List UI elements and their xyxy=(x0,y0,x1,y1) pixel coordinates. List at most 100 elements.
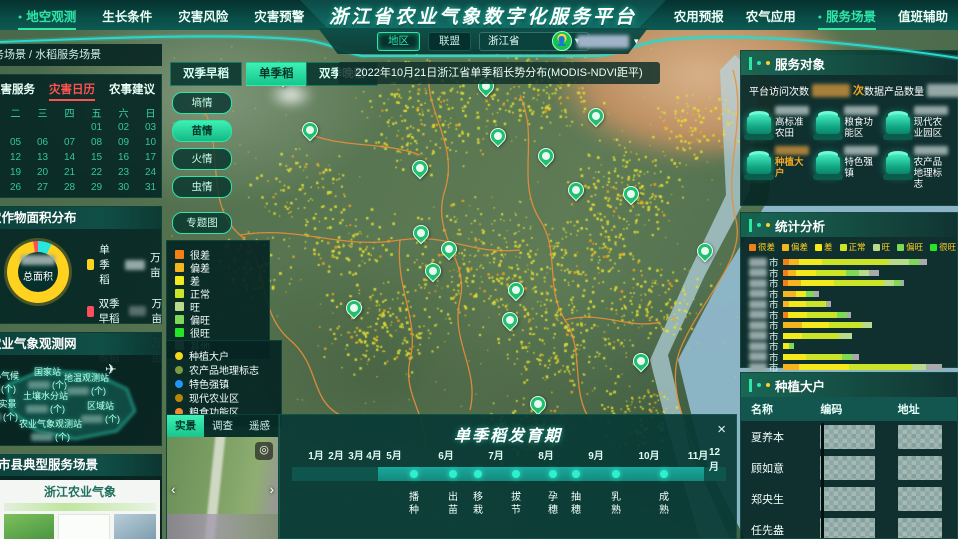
crop-tab-单季稻[interactable]: 单季稻 xyxy=(246,62,307,86)
table-row[interactable]: 任先盎 xyxy=(741,514,957,539)
crop-area-title: 农作物面积分布 xyxy=(0,207,161,229)
table-row[interactable]: 夏养本 xyxy=(741,421,957,452)
bar-segment xyxy=(788,312,808,318)
calendar-tab-灾害日历[interactable]: 灾害日历 xyxy=(49,81,95,101)
side-button-墒情[interactable]: 墒情 xyxy=(172,92,232,114)
side-button-专题图[interactable]: 专题图 xyxy=(172,212,232,234)
photo-tab-遥感[interactable]: 遥感 xyxy=(241,415,278,437)
calendar-day[interactable]: 24 xyxy=(137,165,164,180)
nav-item-灾害预警[interactable]: 灾害预警 xyxy=(254,6,304,25)
nav-item-值班辅助[interactable]: 值班辅助 xyxy=(898,6,948,25)
legend-label: 很旺 xyxy=(939,241,956,253)
calendar-day[interactable]: 23 xyxy=(110,165,137,180)
ndvi-legend-item: 正常 xyxy=(175,287,261,299)
legend-dot xyxy=(175,352,183,360)
calendar-day[interactable]: 05 xyxy=(2,135,29,150)
month-label: 3月 xyxy=(348,447,364,462)
calendar-day[interactable]: 10 xyxy=(137,135,164,150)
close-icon[interactable]: × xyxy=(717,421,726,438)
nav-item-农用预报[interactable]: 农用预报 xyxy=(674,6,724,25)
phenology-stage-dot[interactable] xyxy=(410,470,418,478)
service-card-现代农业园区[interactable]: 现代农业园区 xyxy=(886,106,951,140)
table-scrollbar[interactable] xyxy=(821,423,824,539)
service-card-高标准农田[interactable]: 高标准农田 xyxy=(747,106,812,140)
stacked-bar xyxy=(783,259,949,265)
calendar-tab-农事建议[interactable]: 农事建议 xyxy=(109,81,155,101)
nav-item-地空观测[interactable]: 地空观测 xyxy=(18,6,76,25)
calendar-day[interactable]: 09 xyxy=(110,135,137,150)
stat-平台访问次数: 平台访问次数次 xyxy=(749,82,864,98)
table-row[interactable]: 顾如意 xyxy=(741,452,957,483)
phenology-stage-dot[interactable] xyxy=(572,470,580,478)
calendar-day[interactable]: 27 xyxy=(29,180,56,195)
calendar-day[interactable]: 12 xyxy=(2,150,29,165)
photo-prev-button[interactable]: ‹ xyxy=(171,481,176,497)
calendar-tab-灾害服务[interactable]: 灾害服务 xyxy=(0,81,35,101)
phenology-stage-dot[interactable] xyxy=(512,470,520,478)
phenology-stage-dot[interactable] xyxy=(612,470,620,478)
service-card-特色强镇[interactable]: 特色强镇 xyxy=(816,146,881,190)
month-label: 7月 xyxy=(488,447,504,462)
ndvi-legend-item: 差 xyxy=(175,274,261,286)
calendar-day[interactable]: 13 xyxy=(29,150,56,165)
phenology-stage-dot[interactable] xyxy=(660,470,668,478)
scope-tab-region[interactable]: 地区 xyxy=(377,32,420,51)
calendar-day[interactable]: 15 xyxy=(83,150,110,165)
calendar-day[interactable]: 01 xyxy=(83,120,110,135)
calendar-day[interactable]: 07 xyxy=(56,135,83,150)
observation-network-map: ✈ 农田小气候(个)国家站(个)地温观测站(个)土壤水分站(个)农田实景(个)区… xyxy=(0,355,161,443)
side-button-火情[interactable]: 火情 xyxy=(172,148,232,170)
calendar-day[interactable]: 16 xyxy=(110,150,137,165)
station-unit: (个) xyxy=(1,382,16,395)
stat-label: 平台访问次数 xyxy=(749,83,809,98)
calendar-day[interactable]: 26 xyxy=(2,180,29,195)
photo-next-button[interactable]: › xyxy=(269,481,274,497)
calendar-day[interactable]: 31 xyxy=(137,180,164,195)
calendar-day[interactable]: 14 xyxy=(56,150,83,165)
calendar-day[interactable]: 03 xyxy=(137,120,164,135)
side-button-苗情[interactable]: 苗情 xyxy=(172,120,232,142)
service-card-粮食功能区[interactable]: 粮食功能区 xyxy=(816,106,881,140)
camera-icon[interactable]: ◎ xyxy=(255,442,273,460)
nav-item-农气应用[interactable]: 农气应用 xyxy=(746,6,796,25)
bar-segment xyxy=(806,354,843,360)
bar-segment xyxy=(894,280,901,286)
calendar-day[interactable]: 08 xyxy=(83,135,110,150)
scope-tab-alliance[interactable]: 联盟 xyxy=(428,32,471,51)
photo-tab-实景[interactable]: 实景 xyxy=(167,415,204,437)
calendar-day[interactable]: 19 xyxy=(2,165,29,180)
crop-tab-双季早稻[interactable]: 双季早稻 xyxy=(170,62,242,86)
calendar-day[interactable]: 06 xyxy=(29,135,56,150)
nav-item-服务场景[interactable]: 服务场景 xyxy=(818,6,876,25)
legend-dot xyxy=(175,366,183,374)
nav-item-灾害风险[interactable]: 灾害风险 xyxy=(178,6,228,25)
stat-legend-item: 很差 xyxy=(749,241,775,253)
legend-swatch xyxy=(840,244,847,251)
left-column: 服务场景 / 水稻服务场景 灾害服务灾害日历农事建议 一二三四五六日 01020… xyxy=(0,44,162,539)
calendar-day[interactable]: 21 xyxy=(56,165,83,180)
phenology-stage-dot[interactable] xyxy=(449,470,457,478)
column-header-名称: 名称 xyxy=(741,401,820,417)
calendar-day[interactable]: 29 xyxy=(83,180,110,195)
service-card-种植大户[interactable]: 种植大户 xyxy=(747,146,812,190)
calendar-day[interactable]: 30 xyxy=(110,180,137,195)
calendar-day[interactable]: 02 xyxy=(110,120,137,135)
phenology-stage-dot[interactable] xyxy=(474,470,482,478)
station-农业气象观测站: 农业气象观测站(个) xyxy=(19,417,82,443)
bar-segment xyxy=(806,301,826,307)
embedded-webpage[interactable]: 浙江农业气象 xyxy=(0,480,160,539)
service-card-农产品地理标志[interactable]: 农产品地理标志 xyxy=(886,146,951,190)
calendar-day[interactable]: 20 xyxy=(29,165,56,180)
calendar-day[interactable]: 28 xyxy=(56,180,83,195)
calendar-day[interactable]: 17 xyxy=(137,150,164,165)
calendar-day[interactable]: 22 xyxy=(83,165,110,180)
user-account[interactable]: 👤 ▾ xyxy=(552,31,639,51)
photo-tab-调查[interactable]: 调查 xyxy=(204,415,241,437)
nav-item-生长条件[interactable]: 生长条件 xyxy=(102,6,152,25)
side-button-虫情[interactable]: 虫情 xyxy=(172,176,232,198)
station-count: (个) xyxy=(81,412,120,425)
phenology-stage-dot[interactable] xyxy=(549,470,557,478)
legend-swatch xyxy=(87,259,94,270)
table-row[interactable]: 郑央生 xyxy=(741,483,957,514)
card-label: 高标准农田 xyxy=(775,117,812,139)
